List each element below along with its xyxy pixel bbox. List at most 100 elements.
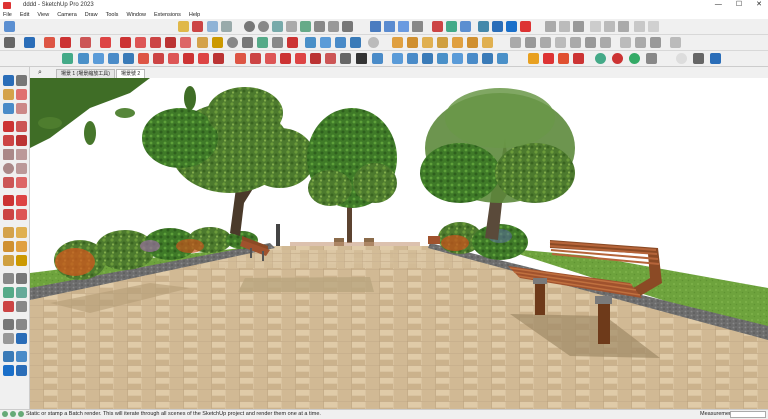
tape-tool-icon[interactable] bbox=[3, 227, 14, 238]
minimize-button[interactable]: — bbox=[715, 0, 722, 10]
orbit-icon[interactable] bbox=[244, 21, 255, 32]
fix-icon[interactable] bbox=[340, 53, 351, 64]
grid-icon[interactable] bbox=[93, 53, 104, 64]
frame-buffer-icon[interactable] bbox=[646, 53, 657, 64]
component-make-icon[interactable] bbox=[198, 53, 209, 64]
maximize-button[interactable]: ☐ bbox=[736, 0, 742, 10]
walk-icon[interactable] bbox=[328, 21, 339, 32]
fog-icon[interactable] bbox=[192, 21, 203, 32]
outer-shell-icon[interactable] bbox=[585, 37, 596, 48]
rectangle-icon[interactable] bbox=[100, 37, 111, 48]
menu-help[interactable]: Help bbox=[189, 12, 200, 18]
menu-window[interactable]: Window bbox=[126, 12, 146, 18]
section-fill-icon[interactable] bbox=[78, 53, 89, 64]
zoom-extents-left-icon[interactable] bbox=[3, 301, 14, 312]
materials-icon[interactable] bbox=[446, 21, 457, 32]
pan-icon[interactable] bbox=[258, 21, 269, 32]
soften-icon[interactable] bbox=[62, 53, 73, 64]
eraser-icon[interactable] bbox=[44, 37, 55, 48]
arc-tool-icon[interactable] bbox=[3, 135, 14, 146]
zoom-window-left-icon[interactable] bbox=[16, 287, 27, 298]
interactive-render-icon[interactable] bbox=[629, 53, 640, 64]
search-icon[interactable]: ⌕ bbox=[38, 69, 42, 77]
box-view-icon[interactable] bbox=[634, 21, 645, 32]
previous-left-icon[interactable] bbox=[16, 301, 27, 312]
uv-icon[interactable] bbox=[372, 53, 383, 64]
hidden-line-icon[interactable] bbox=[635, 37, 646, 48]
menu-tools[interactable]: Tools bbox=[106, 12, 119, 18]
checker-icon[interactable] bbox=[356, 53, 367, 64]
geo-location-icon[interactable] bbox=[2, 411, 8, 417]
camera-icon[interactable] bbox=[392, 53, 403, 64]
rectangle-tool-icon[interactable] bbox=[3, 149, 14, 160]
circle-icon[interactable] bbox=[3, 163, 14, 174]
rotate-tool-icon[interactable] bbox=[16, 195, 27, 206]
entity-info-icon[interactable] bbox=[412, 21, 423, 32]
look-around-icon[interactable] bbox=[342, 21, 353, 32]
batch-render-icon[interactable] bbox=[676, 53, 687, 64]
component-options-icon[interactable] bbox=[482, 53, 493, 64]
protractor-icon[interactable] bbox=[407, 37, 418, 48]
move-tool-icon[interactable] bbox=[3, 195, 14, 206]
credits-icon[interactable] bbox=[10, 411, 16, 417]
rotate-icon[interactable] bbox=[150, 37, 161, 48]
explode-icon[interactable] bbox=[168, 53, 179, 64]
front-view-icon[interactable] bbox=[573, 21, 584, 32]
right-view-icon[interactable] bbox=[590, 21, 601, 32]
arc-icon[interactable] bbox=[80, 37, 91, 48]
look-around-left-icon[interactable] bbox=[16, 319, 27, 330]
protractor-tool-icon[interactable] bbox=[3, 241, 14, 252]
zoom-extents-tool-icon[interactable] bbox=[272, 37, 283, 48]
line-icon[interactable] bbox=[60, 37, 71, 48]
dimension-icon[interactable] bbox=[392, 37, 403, 48]
bevel-icon[interactable] bbox=[335, 37, 346, 48]
styles-icon[interactable] bbox=[432, 21, 443, 32]
orbit-left-icon[interactable] bbox=[3, 273, 14, 284]
vray-render-icon[interactable] bbox=[612, 53, 623, 64]
eraser-tool-icon[interactable] bbox=[16, 89, 27, 100]
pan-left-icon[interactable] bbox=[16, 273, 27, 284]
dynamic-component-icon[interactable] bbox=[452, 53, 463, 64]
menu-camera[interactable]: Camera bbox=[57, 12, 77, 18]
position-camera-left-icon[interactable] bbox=[3, 319, 14, 330]
zoom-icon[interactable] bbox=[272, 21, 283, 32]
render-settings-icon[interactable] bbox=[543, 53, 554, 64]
intersect-faces-icon[interactable] bbox=[213, 53, 224, 64]
sandbox-icon[interactable] bbox=[482, 37, 493, 48]
hide-icon[interactable] bbox=[250, 53, 261, 64]
paint-bucket-icon[interactable] bbox=[212, 37, 223, 48]
wireframe-icon[interactable] bbox=[620, 37, 631, 48]
vray-material-icon[interactable] bbox=[595, 53, 606, 64]
xray-icon[interactable] bbox=[207, 21, 218, 32]
extension-left-icon[interactable] bbox=[16, 365, 27, 376]
array-icon[interactable] bbox=[108, 53, 119, 64]
monochrome-icon[interactable] bbox=[670, 37, 681, 48]
display-section-icon[interactable] bbox=[3, 351, 14, 362]
text-icon[interactable] bbox=[16, 241, 27, 252]
select-tool-icon[interactable] bbox=[3, 75, 14, 86]
rotated-rectangle-icon[interactable] bbox=[16, 149, 27, 160]
group-icon[interactable] bbox=[183, 53, 194, 64]
axes-tool-icon[interactable] bbox=[3, 255, 14, 266]
scale-icon[interactable] bbox=[165, 37, 176, 48]
zoom-window-icon[interactable] bbox=[286, 21, 297, 32]
follow-me-tool-icon[interactable] bbox=[16, 177, 27, 188]
magnifier-icon[interactable] bbox=[4, 37, 15, 48]
menu-view[interactable]: View bbox=[37, 12, 49, 18]
solid-tools-icon[interactable] bbox=[600, 37, 611, 48]
mirror-icon[interactable] bbox=[153, 53, 164, 64]
zoom-left-icon[interactable] bbox=[3, 287, 14, 298]
components-tool-icon[interactable] bbox=[3, 103, 14, 114]
solid-trim-icon[interactable] bbox=[555, 37, 566, 48]
dimension-tool-icon[interactable] bbox=[16, 227, 27, 238]
polygon-icon[interactable] bbox=[16, 163, 27, 174]
push-pull-tool-icon[interactable] bbox=[3, 177, 14, 188]
previous-view-icon[interactable] bbox=[314, 21, 325, 32]
cloud-render-icon[interactable] bbox=[693, 53, 704, 64]
material-tool-icon[interactable] bbox=[320, 37, 331, 48]
zoom-tool-icon[interactable] bbox=[257, 37, 268, 48]
back-view-icon[interactable] bbox=[604, 21, 615, 32]
help-icon[interactable] bbox=[710, 53, 721, 64]
select-arrow-icon[interactable] bbox=[24, 37, 35, 48]
extension-warehouse-icon[interactable] bbox=[492, 21, 503, 32]
